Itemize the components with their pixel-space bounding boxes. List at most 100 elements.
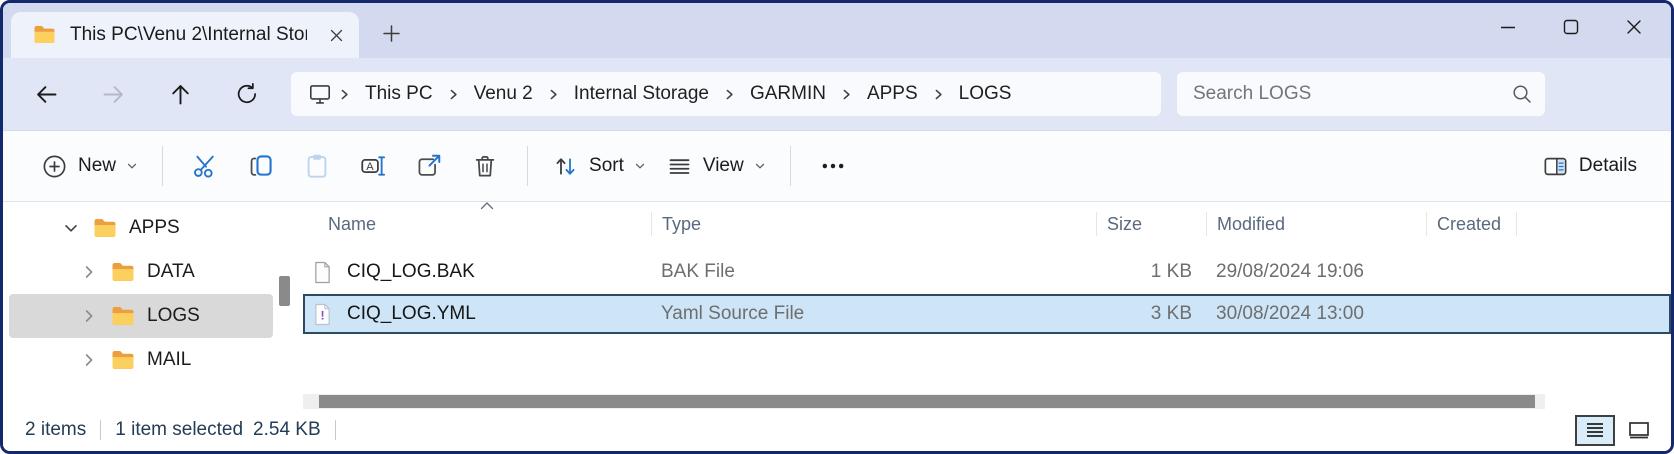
new-button[interactable]: New [31,142,148,190]
file-list: Name Type Size Modified Created CIQ_LOG.… [303,202,1671,409]
navigation-tree: APPS DATA LOGS [3,202,303,409]
folder-icon [111,350,135,371]
new-tab-button[interactable] [375,17,407,49]
column-header-row: Name Type Size Modified Created [303,204,1671,244]
navigation-bar: This PC Venu 2 Internal Storage GARMIN A… [3,58,1671,130]
chevron-right-icon[interactable] [927,88,950,101]
file-modified: 30/08/2024 13:00 [1206,303,1426,325]
file-name: CIQ_LOG.BAK [347,261,475,283]
selection-count: 1 item selected [115,419,243,441]
file-size: 3 KB [1096,303,1206,325]
plus-circle-icon [41,153,68,180]
file-type: Yaml Source File [651,303,1096,325]
details-pane-icon [1542,153,1569,180]
selection-size: 2.54 KB [253,419,321,441]
sidebar-scrollbar[interactable] [279,276,290,306]
details-view-toggle-icon[interactable] [1575,415,1615,446]
sidebar-item-data[interactable]: DATA [3,250,303,294]
view-button-label: View [703,155,744,177]
item-count: 2 items [25,419,86,441]
details-pane-button[interactable]: Details [1532,142,1647,190]
folder-icon [93,218,117,239]
file-explorer-window: This PC\Venu 2\Internal Storag [0,0,1674,454]
file-name-cell: CIQ_LOG.BAK [303,261,651,284]
svg-text:A: A [366,161,374,173]
column-header-created[interactable]: Created [1426,212,1516,236]
icons-view-toggle-icon[interactable] [1621,415,1657,446]
minimize-icon[interactable] [1476,3,1539,50]
close-icon[interactable] [1602,3,1665,50]
cut-icon[interactable] [182,143,228,189]
sidebar-item-label: MAIL [147,349,191,371]
sidebar-item-logs[interactable]: LOGS [9,294,273,338]
chevron-down-icon [634,160,646,172]
sort-button-label: Sort [589,155,624,177]
breadcrumb-garmin[interactable]: GARMIN [741,83,835,105]
folder-icon [111,306,135,327]
file-row-ciq-log-bak[interactable]: CIQ_LOG.BAK BAK File 1 KB 29/08/2024 19:… [303,252,1671,292]
file-name: CIQ_LOG.YML [347,303,476,325]
horizontal-scrollbar[interactable] [303,394,1545,409]
share-icon[interactable] [406,143,452,189]
status-divider [100,420,101,440]
file-row-ciq-log-yml[interactable]: ! CIQ_LOG.YML Yaml Source File 3 KB 30/0… [303,294,1671,334]
sidebar-item-label: APPS [129,217,180,239]
chevron-right-icon[interactable] [77,260,101,284]
yml-file-icon: ! [313,303,332,326]
more-options-icon[interactable] [810,143,856,189]
up-icon[interactable] [157,71,203,117]
maximize-icon[interactable] [1539,3,1602,50]
sort-button[interactable]: Sort [542,142,656,190]
sidebar-item-mail[interactable]: MAIL [3,338,303,382]
copy-icon[interactable] [238,143,284,189]
chevron-right-icon[interactable] [333,88,356,101]
delete-icon[interactable] [462,143,508,189]
toolbar-divider [162,146,163,186]
paste-icon[interactable] [294,143,340,189]
toolbar-divider [527,146,528,186]
breadcrumb-apps[interactable]: APPS [858,83,927,105]
tab-close-icon[interactable] [321,20,351,50]
chevron-down-icon[interactable] [59,216,83,240]
rename-icon[interactable]: A [350,143,396,189]
breadcrumb-internal-storage[interactable]: Internal Storage [565,83,718,105]
search-box [1177,72,1545,116]
sidebar-item-label: LOGS [147,305,200,327]
explorer-tab[interactable]: This PC\Venu 2\Internal Storag [11,12,359,58]
sort-ascending-icon [479,201,495,210]
search-input[interactable] [1193,83,1511,105]
search-icon[interactable] [1511,83,1533,105]
chevron-right-icon[interactable] [835,88,858,101]
view-button[interactable]: View [656,142,776,190]
svg-text:!: ! [320,308,324,322]
column-header-name[interactable]: Name [303,212,651,236]
chevron-right-icon[interactable] [77,304,101,328]
column-header-size[interactable]: Size [1096,212,1206,236]
column-header-modified[interactable]: Modified [1206,212,1426,236]
chevron-right-icon[interactable] [77,348,101,372]
chevron-right-icon[interactable] [718,88,741,101]
horizontal-scrollbar-thumb[interactable] [319,395,1535,408]
view-icon [666,153,693,180]
content-area: APPS DATA LOGS [3,202,1671,409]
folder-icon [33,25,56,45]
back-icon[interactable] [23,71,69,117]
address-bar[interactable]: This PC Venu 2 Internal Storage GARMIN A… [291,72,1161,116]
this-pc-icon [307,81,333,107]
toolbar-divider [790,146,791,186]
details-button-label: Details [1579,155,1637,177]
column-header-type[interactable]: Type [651,212,1096,236]
breadcrumb-this-pc[interactable]: This PC [356,83,442,105]
tab-bar: This PC\Venu 2\Internal Storag [3,3,1671,58]
chevron-right-icon[interactable] [542,88,565,101]
sidebar-item-apps[interactable]: APPS [3,206,303,250]
file-size: 1 KB [1096,261,1206,283]
command-toolbar: New A Sort [3,130,1671,202]
refresh-icon[interactable] [224,71,270,117]
breadcrumb-logs[interactable]: LOGS [950,83,1021,105]
window-controls [1476,3,1665,50]
breadcrumb-venu-2[interactable]: Venu 2 [465,83,542,105]
chevron-right-icon[interactable] [442,88,465,101]
forward-icon[interactable] [90,71,136,117]
column-header-filler [1516,212,1671,236]
